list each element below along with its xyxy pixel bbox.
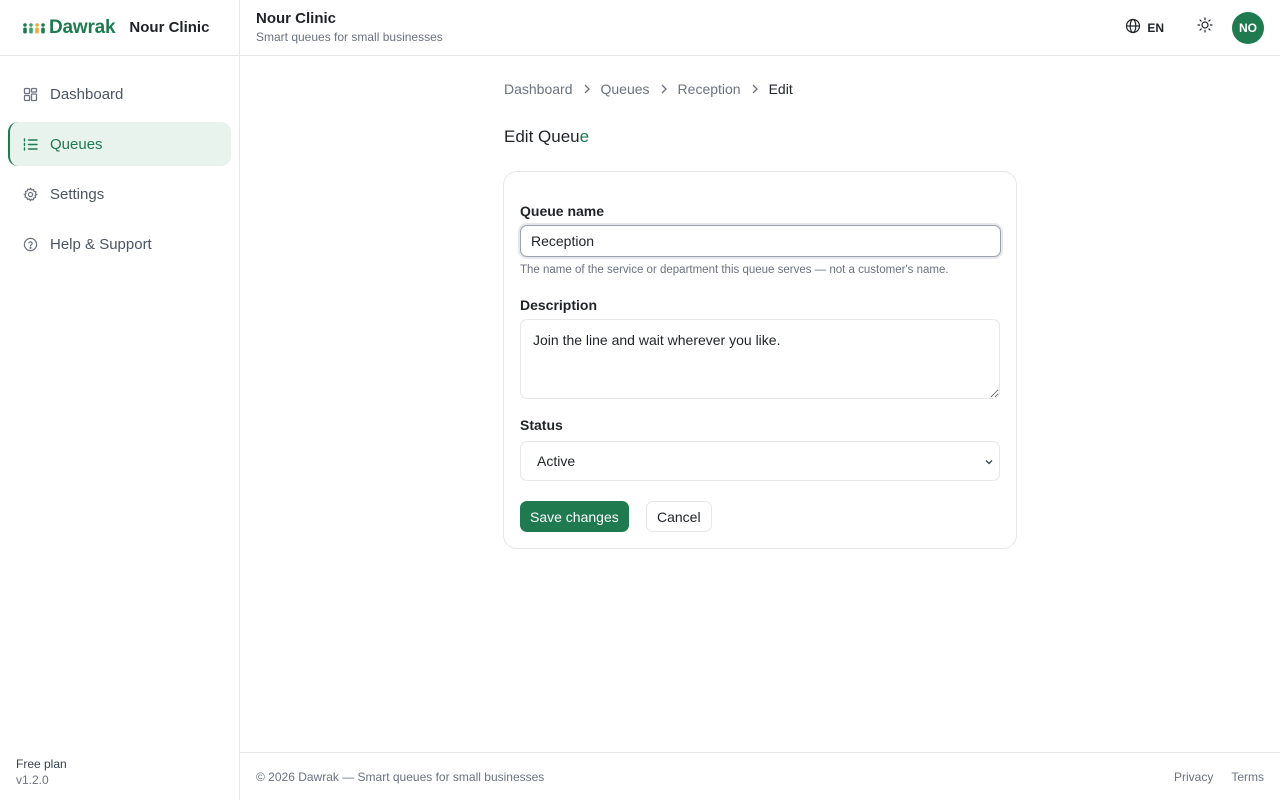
language-switcher[interactable]: EN	[1117, 12, 1172, 43]
topbar-heading: Nour Clinic Smart queues for small busin…	[256, 10, 443, 45]
sidebar-nav: Dashboard Queues Settings Help & Support	[0, 56, 239, 288]
brand-bar: Dawrak Nour Clinic	[0, 0, 239, 56]
status-selected-value: Active	[537, 453, 576, 469]
plan-info: Free plan v1.2.0	[16, 756, 67, 788]
footer-link-privacy[interactable]: Privacy	[1174, 770, 1213, 784]
sidebar-item-label: Help & Support	[50, 235, 152, 253]
breadcrumb-queues[interactable]: Queues	[601, 81, 650, 97]
breadcrumb-dashboard[interactable]: Dashboard	[504, 81, 573, 97]
main-content: Dashboard Queues Reception Edit Edit Que…	[240, 56, 1280, 752]
plan-name: Free plan	[16, 757, 67, 771]
description-textarea[interactable]: Join the line and wait wherever you like…	[520, 319, 1000, 399]
save-changes-button[interactable]: Save changes	[520, 501, 629, 532]
topbar-actions: EN NO	[1117, 11, 1264, 44]
topbar: Nour Clinic Smart queues for small busin…	[240, 0, 1280, 56]
queue-name-input[interactable]	[520, 225, 1001, 257]
help-circle-icon	[22, 236, 38, 252]
page-title: Edit Queue	[504, 127, 589, 147]
sidebar-item-settings[interactable]: Settings	[8, 172, 231, 216]
description-label: Description	[520, 297, 598, 313]
queue-name-hint: The name of the service or department th…	[520, 264, 949, 276]
sidebar: Dawrak Nour Clinic Dashboard Queues Sett…	[0, 0, 240, 800]
sidebar-item-help[interactable]: Help & Support	[8, 222, 231, 266]
breadcrumb-edit: Edit	[768, 81, 793, 97]
app-version: v1.2.0	[16, 773, 49, 787]
user-avatar[interactable]: NO	[1232, 11, 1264, 44]
sidebar-item-dashboard[interactable]: Dashboard	[8, 72, 231, 116]
language-label: EN	[1147, 20, 1164, 35]
breadcrumb: Dashboard Queues Reception Edit	[504, 81, 793, 97]
page-title-main: Edit Queu	[504, 127, 580, 146]
theme-toggle-button[interactable]	[1190, 13, 1220, 43]
cancel-button[interactable]: Cancel	[646, 501, 712, 532]
footer-links: Privacy Terms	[1174, 770, 1264, 784]
sun-icon	[1197, 17, 1213, 38]
sidebar-item-label: Queues	[50, 135, 103, 153]
chevron-right-icon	[660, 84, 668, 94]
chevron-right-icon	[751, 84, 759, 94]
queue-name-label: Queue name	[520, 203, 605, 219]
chevron-right-icon	[583, 84, 591, 94]
brand-org-name: Nour Clinic	[129, 19, 210, 36]
dashboard-grid-icon	[22, 86, 38, 102]
topbar-subtitle: Smart queues for small businesses	[256, 30, 443, 44]
gear-icon	[22, 186, 38, 202]
page-title-tail: e	[579, 127, 590, 146]
breadcrumb-reception[interactable]: Reception	[678, 81, 741, 97]
chevron-down-icon	[983, 455, 995, 467]
footer-link-terms[interactable]: Terms	[1231, 770, 1264, 784]
sidebar-item-label: Settings	[50, 185, 105, 203]
footer: © 2026 Dawrak — Smart queues for small b…	[240, 752, 1280, 800]
globe-icon	[1125, 18, 1141, 37]
brand-name: Dawrak	[49, 16, 116, 38]
status-select[interactable]: Active	[520, 441, 1000, 481]
edit-queue-form: Queue name The name of the service or de…	[503, 171, 1017, 549]
dawrak-logo[interactable]: Dawrak	[22, 16, 116, 39]
footer-copyright: © 2026 Dawrak — Smart queues for small b…	[256, 769, 545, 784]
sidebar-item-label: Dashboard	[50, 85, 124, 103]
sidebar-item-queues[interactable]: Queues	[8, 122, 231, 166]
people-queue-icon	[22, 21, 46, 35]
list-icon	[22, 136, 38, 152]
topbar-title: Nour Clinic	[256, 10, 337, 27]
status-label: Status	[520, 417, 563, 433]
